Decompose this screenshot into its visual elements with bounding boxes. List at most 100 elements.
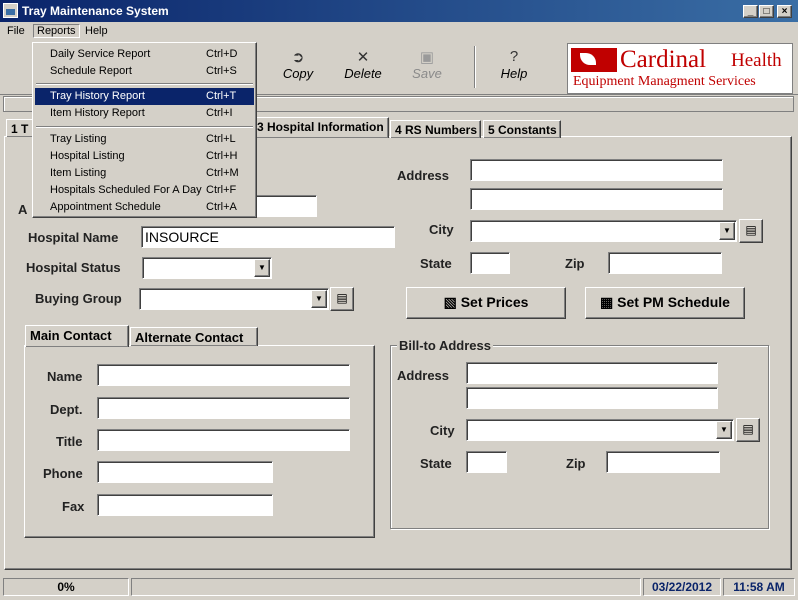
tab-constants[interactable]: 5 Constants (483, 120, 561, 138)
contact-fax-input[interactable] (97, 494, 273, 516)
billto-zip-label: Zip (566, 456, 586, 471)
billto-zip-input[interactable] (606, 451, 720, 473)
menu-schedule-report[interactable]: Schedule Report Ctrl+S (35, 63, 254, 80)
maximize-button[interactable]: □ (759, 5, 774, 18)
contact-dept-label: Dept. (50, 402, 83, 417)
tab-main-contact[interactable]: Main Contact (25, 325, 129, 347)
menu-label: Tray History Report (50, 90, 145, 102)
menu-label: Item Listing (50, 167, 107, 179)
menu-item-listing[interactable]: Item Listing Ctrl+M (35, 165, 254, 182)
menu-shortcut: Ctrl+I (206, 107, 233, 119)
set-pm-schedule-label: Set PM Schedule (617, 294, 730, 310)
status-time: 11:58 AM (723, 578, 795, 596)
menu-shortcut: Ctrl+D (206, 48, 238, 60)
set-prices-button[interactable]: ▧ Set Prices (406, 287, 566, 319)
menu-label: Hospitals Scheduled For A Day (50, 184, 202, 196)
menu-bar: File Reports Help (0, 23, 798, 42)
billto-state-input[interactable] (466, 451, 507, 473)
menu-hospitals-scheduled-for-a-day[interactable]: Hospitals Scheduled For A Day Ctrl+F (35, 182, 254, 199)
contact-fax-label: Fax (62, 499, 85, 514)
tab-rs-numbers[interactable]: 4 RS Numbers (390, 120, 481, 138)
menu-label: Appointment Schedule (50, 201, 161, 213)
contact-name-input[interactable] (97, 364, 350, 386)
menu-shortcut: Ctrl+F (206, 184, 237, 196)
chevron-down-icon[interactable]: ▼ (716, 421, 732, 439)
chevron-down-icon[interactable]: ▼ (719, 222, 735, 240)
tab-alternate-contact[interactable]: Alternate Contact (130, 327, 258, 346)
billto-city-lookup-icon[interactable]: ▤ (736, 418, 760, 442)
address-line2-input[interactable] (470, 188, 723, 210)
menu-label: Schedule Report (50, 65, 132, 77)
menu-label: Hospital Listing (50, 150, 125, 162)
menu-separator (36, 83, 253, 85)
app-icon (3, 3, 18, 18)
buying-group-select[interactable]: ▼ (139, 288, 329, 310)
hidden-field-label: A (18, 202, 28, 217)
contact-title-input[interactable] (97, 429, 350, 451)
menu-reports[interactable]: Reports (33, 24, 80, 38)
status-date: 03/22/2012 (643, 578, 721, 596)
chevron-down-icon[interactable]: ▼ (311, 290, 327, 308)
state-input[interactable] (470, 252, 510, 274)
minimize-button[interactable]: _ (743, 5, 758, 18)
contact-dept-input[interactable] (97, 397, 350, 419)
cardinal-bird-icon (571, 48, 617, 72)
zip-input[interactable] (608, 252, 722, 274)
contact-phone-input[interactable] (97, 461, 273, 483)
city-select[interactable]: ▼ (470, 220, 737, 242)
menu-appointment-schedule[interactable]: Appointment Schedule Ctrl+A (35, 199, 254, 216)
menu-shortcut: Ctrl+T (206, 90, 237, 102)
menu-item-history-report[interactable]: Item History Report Ctrl+I (35, 105, 254, 122)
menu-shortcut: Ctrl+L (206, 133, 236, 145)
close-button[interactable]: × (777, 5, 792, 18)
menu-label: Daily Service Report (50, 48, 151, 60)
menu-tray-history-report[interactable]: Tray History Report Ctrl+T (35, 88, 254, 105)
contact-name-label: Name (47, 369, 83, 384)
hospital-status-label: Hospital Status (26, 260, 121, 275)
city-label: City (429, 222, 454, 237)
delete-button[interactable]: ✕ Delete (334, 46, 392, 90)
menu-hospital-listing[interactable]: Hospital Listing Ctrl+H (35, 148, 254, 165)
contact-phone-label: Phone (43, 466, 83, 481)
hospital-status-select[interactable]: ▼ (142, 257, 272, 279)
billto-address-line2-input[interactable] (466, 387, 718, 409)
menu-tray-listing[interactable]: Tray Listing Ctrl+L (35, 131, 254, 148)
calendar-icon: ▦ (600, 294, 618, 310)
billto-group-label: Bill-to Address (397, 338, 493, 353)
billto-city-select[interactable]: ▼ (466, 419, 734, 441)
billto-address-label: Address (397, 368, 450, 383)
billto-address-line1-input[interactable] (466, 362, 718, 384)
menu-shortcut: Ctrl+A (206, 201, 237, 213)
menu-separator (36, 126, 253, 128)
city-lookup-icon[interactable]: ▤ (739, 219, 763, 243)
menu-file[interactable]: File (7, 25, 25, 37)
tab-1-label: T (21, 122, 29, 136)
tab-1-num: 1 (11, 122, 18, 136)
set-pm-schedule-button[interactable]: ▦ Set PM Schedule (585, 287, 745, 319)
zip-label: Zip (565, 256, 585, 271)
save-button[interactable]: ▣ Save (398, 46, 456, 90)
status-progress: 0% (3, 578, 129, 596)
tab-hospital-information[interactable]: 3 Hospital Information (252, 117, 389, 138)
help-label: Help (500, 66, 528, 81)
address-line1-input[interactable] (470, 159, 723, 181)
state-label: State (420, 256, 452, 271)
logo-tagline: Equipment Managment Services (573, 74, 756, 89)
menu-daily-service-report[interactable]: Daily Service Report Ctrl+D (35, 46, 254, 63)
billto-city-label: City (430, 423, 455, 438)
menu-shortcut: Ctrl+M (206, 167, 239, 179)
copy-button[interactable]: ➲ Copy (269, 46, 327, 90)
chevron-down-icon[interactable]: ▼ (254, 259, 270, 277)
menu-label: Tray Listing (50, 133, 107, 145)
hidden-field-input[interactable] (255, 195, 317, 217)
help-button[interactable]: ? Help (485, 46, 543, 90)
buying-group-lookup-icon[interactable]: ▤ (330, 287, 354, 311)
copy-label: Copy (282, 66, 314, 81)
address-label: Address (397, 168, 450, 183)
contact-title-label: Title (56, 434, 83, 449)
help-icon: ? (509, 48, 519, 65)
hospital-name-input[interactable]: INSOURCE (141, 226, 395, 248)
toolbar-separator (474, 46, 476, 88)
hospital-name-label: Hospital Name (28, 230, 119, 245)
menu-help[interactable]: Help (85, 25, 108, 37)
